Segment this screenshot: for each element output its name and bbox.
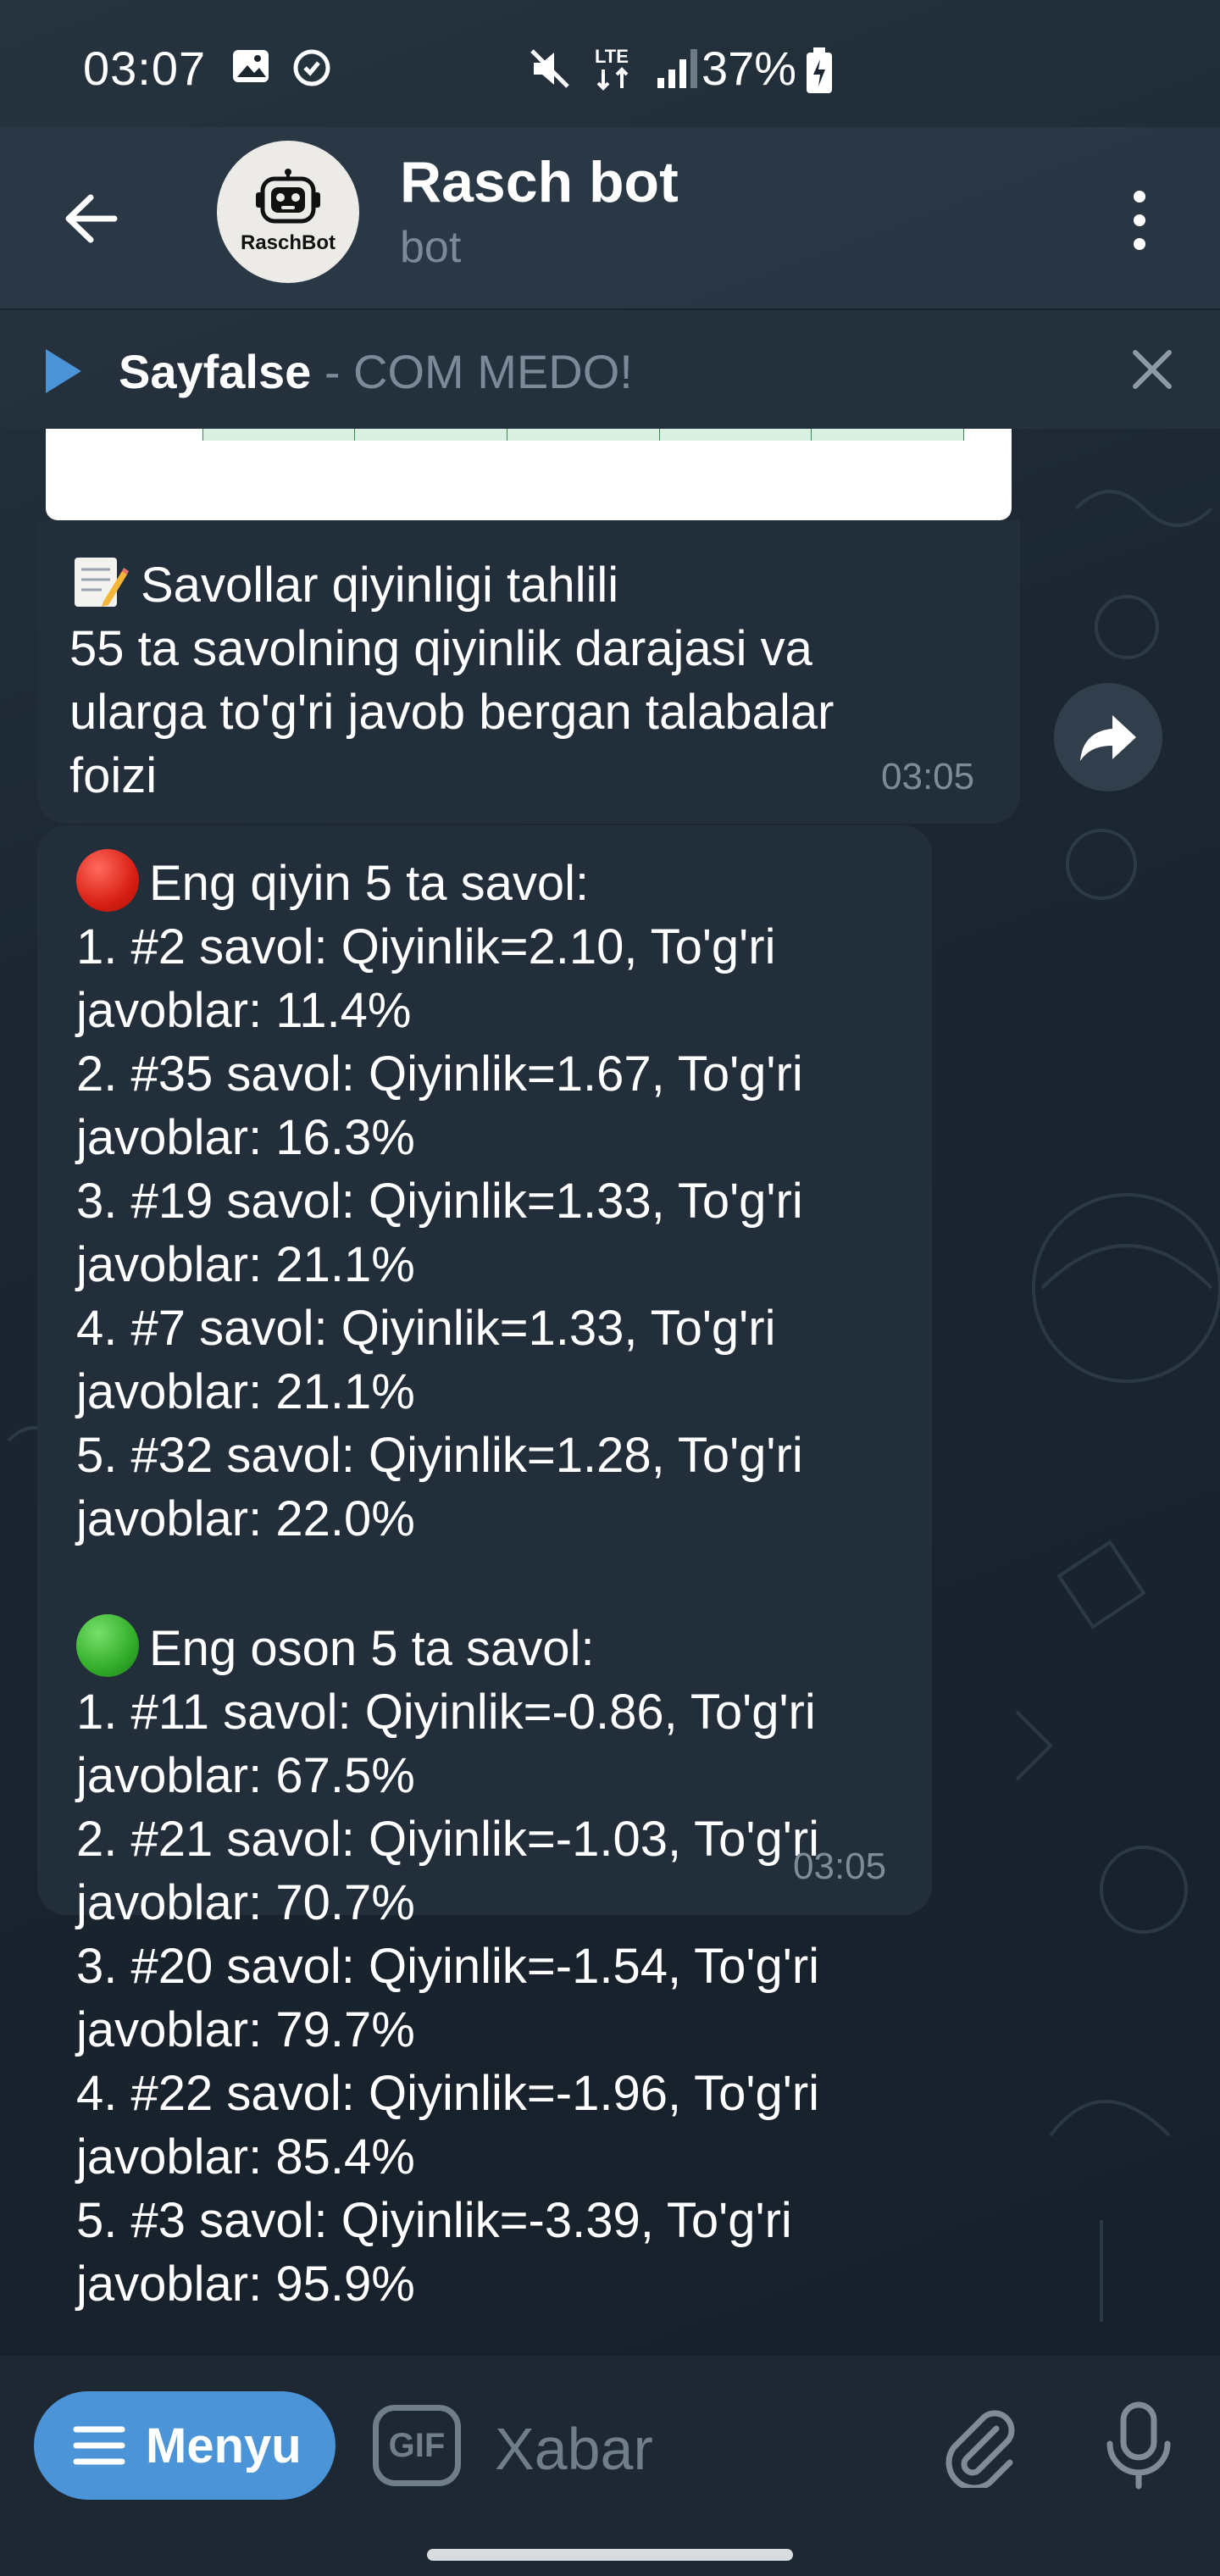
hardest-list: 1. #2 savol: Qiyinlik=2.10, To'g'ri javo… bbox=[76, 919, 803, 1546]
message-bubble[interactable]: Savollar qiyinligi tahlili 55 ta savolni… bbox=[37, 520, 1020, 824]
share-arrow-icon bbox=[1080, 715, 1136, 761]
status-time: 03:07 bbox=[83, 42, 207, 95]
message-input[interactable] bbox=[495, 2407, 901, 2491]
message-input-bar: Menyu GIF bbox=[0, 2356, 1220, 2525]
gif-button[interactable]: GIF bbox=[373, 2405, 461, 2486]
red-circle-icon bbox=[76, 849, 139, 912]
battery-level: 37% bbox=[702, 42, 797, 95]
play-icon bbox=[46, 349, 81, 393]
easiest-title: Eng oson 5 ta savol: bbox=[149, 1621, 595, 1676]
paperclip-icon[interactable] bbox=[937, 2403, 1022, 2488]
message-text: Savollar qiyinligi tahlili 55 ta savolni… bbox=[69, 558, 835, 803]
menu-button[interactable]: Menyu bbox=[34, 2391, 336, 2500]
pinned-text: COM MEDO! bbox=[353, 345, 633, 398]
battery-icon bbox=[807, 47, 832, 93]
hardest-title: Eng qiyin 5 ta savol: bbox=[149, 856, 590, 911]
message-bubble[interactable]: Eng qiyin 5 ta savol: 1. #2 savol: Qiyin… bbox=[37, 825, 932, 2312]
microphone-icon[interactable] bbox=[1098, 2401, 1179, 2490]
chat-subtitle: bot bbox=[400, 223, 462, 272]
easiest-list: 1. #11 savol: Qiyinlik=-0.86, To'g'ri ja… bbox=[76, 1685, 820, 2312]
menu-label: Menyu bbox=[146, 2418, 302, 2473]
chat-title[interactable]: Rasch bot bbox=[400, 149, 679, 215]
more-vertical-icon bbox=[1134, 191, 1145, 203]
lte-icon: LTE bbox=[595, 46, 629, 91]
bot-avatar[interactable]: RaschBot bbox=[217, 141, 359, 283]
arrow-left-icon bbox=[65, 194, 118, 243]
preview-table bbox=[51, 429, 965, 441]
pinned-message-bar[interactable]: Sayfalse - COM MEDO! bbox=[0, 308, 1220, 429]
image-message-preview[interactable] bbox=[46, 429, 1012, 520]
home-indicator[interactable] bbox=[427, 2549, 793, 2561]
back-button[interactable] bbox=[58, 185, 125, 253]
message-time: 03:05 bbox=[881, 756, 975, 797]
message-list: Savollar qiyinligi tahlili 55 ta savolni… bbox=[0, 429, 1220, 2356]
close-icon[interactable] bbox=[1127, 344, 1178, 395]
sync-icon bbox=[293, 49, 330, 86]
message-time: 03:05 bbox=[793, 1846, 887, 1887]
memo-icon bbox=[75, 558, 129, 607]
signal-icon bbox=[657, 49, 697, 88]
avatar-label: RaschBot bbox=[240, 231, 336, 254]
system-nav-bar bbox=[0, 2525, 1220, 2576]
chat-header: RaschBot Rasch bot bot bbox=[0, 127, 1220, 308]
more-options-button[interactable] bbox=[1110, 178, 1169, 263]
menu-icon bbox=[73, 2426, 125, 2465]
pinned-separator: - bbox=[311, 345, 354, 398]
pinned-sender: Sayfalse bbox=[119, 345, 312, 398]
status-bar: 03:07 LTE 37% bbox=[0, 0, 1220, 144]
gallery-icon bbox=[233, 50, 269, 82]
mute-icon bbox=[530, 49, 569, 88]
green-circle-icon bbox=[76, 1614, 139, 1677]
forward-button[interactable] bbox=[1054, 683, 1162, 791]
svg-text:LTE: LTE bbox=[595, 46, 629, 67]
robot-icon bbox=[256, 169, 320, 224]
